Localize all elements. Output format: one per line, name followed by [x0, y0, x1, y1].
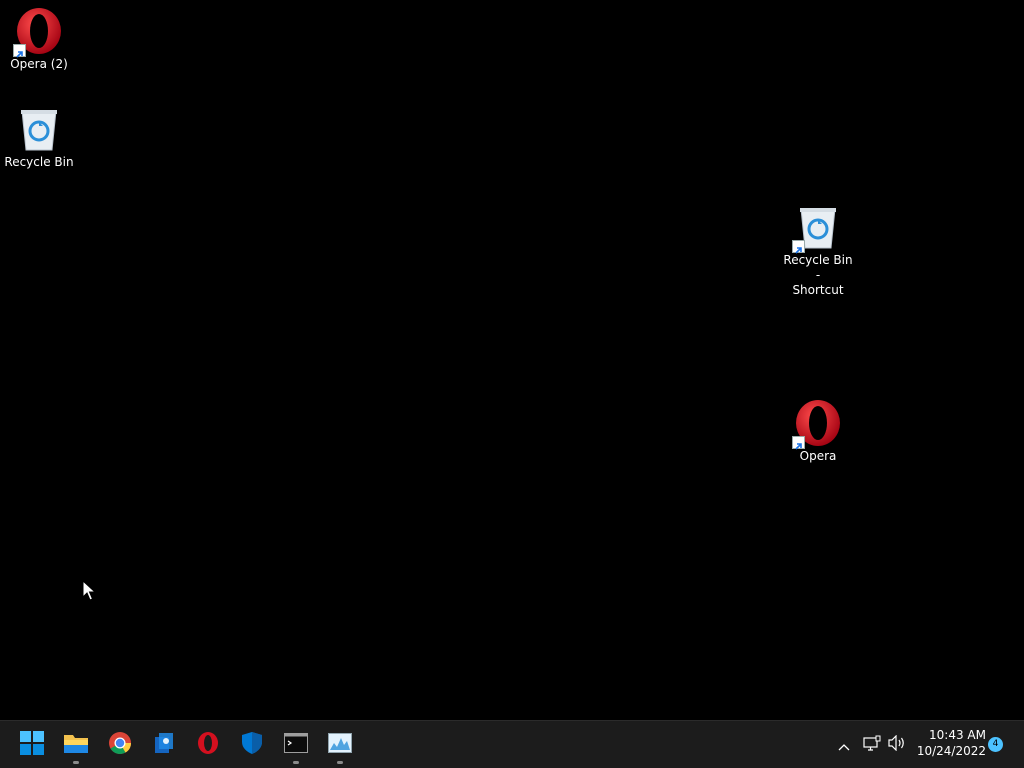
clock-date: 10/24/2022: [916, 744, 986, 758]
desktop-icon-recycle-bin[interactable]: Recycle Bin: [1, 105, 77, 170]
recycle-bin-icon: [15, 105, 63, 153]
running-indicator: [337, 761, 343, 764]
opera-icon: [196, 731, 220, 759]
desktop-icon-label: Recycle Bin: [4, 155, 74, 169]
desktop-icon-opera[interactable]: Opera: [780, 399, 856, 464]
monitor-chart-icon: [328, 733, 352, 757]
opera-icon: [13, 7, 63, 58]
mouse-cursor-icon: [82, 579, 97, 602]
desktop-icon-label-line1: Recycle Bin -: [783, 253, 853, 282]
taskbar-windows-security[interactable]: [232, 725, 272, 765]
taskbar-performance-monitor[interactable]: [320, 725, 360, 765]
volume-button[interactable]: [886, 733, 908, 757]
network-icon: [863, 735, 881, 755]
running-indicator: [293, 761, 299, 764]
terminal-icon: [284, 733, 308, 757]
notification-badge[interactable]: 4: [988, 737, 1003, 752]
recycle-bin-icon: [792, 203, 842, 254]
taskbar: 10:43 AM 10/24/2022 4: [0, 720, 1024, 768]
shield-icon: [241, 731, 263, 759]
desktop-icon-recycle-bin-shortcut[interactable]: Recycle Bin - Shortcut: [780, 203, 856, 298]
desktop-icon-label-line2: Shortcut: [792, 283, 844, 297]
running-indicator: [73, 761, 79, 764]
desktop-icon-label: Opera: [799, 449, 837, 463]
clock-time: 10:43 AM: [929, 728, 986, 742]
app-icon: [152, 731, 176, 759]
speaker-icon: [888, 734, 906, 755]
taskbar-terminal[interactable]: [276, 725, 316, 765]
show-hidden-icons-button[interactable]: [834, 733, 854, 757]
desktop-icon-opera-2[interactable]: Opera (2): [1, 7, 77, 72]
desktop-icon-label: Opera (2): [10, 57, 68, 71]
shortcut-arrow-icon: [792, 436, 805, 450]
shortcut-arrow-icon: [13, 44, 26, 58]
taskbar-app[interactable]: [144, 725, 184, 765]
windows-start-icon: [20, 731, 44, 759]
taskbar-opera[interactable]: [188, 725, 228, 765]
chevron-up-icon: [838, 736, 850, 755]
taskbar-chrome[interactable]: [100, 725, 140, 765]
opera-icon: [792, 399, 842, 450]
desktop[interactable]: Opera (2) Recycle Bin Recycle Bin - Shor…: [0, 0, 1024, 720]
chrome-icon: [108, 731, 132, 759]
start-button[interactable]: [12, 725, 52, 765]
folder-icon: [63, 732, 89, 758]
network-button[interactable]: [862, 733, 882, 757]
clock-button[interactable]: 10:43 AM 10/24/2022: [914, 727, 986, 759]
taskbar-file-explorer[interactable]: [56, 725, 96, 765]
shortcut-arrow-icon: [792, 240, 805, 254]
